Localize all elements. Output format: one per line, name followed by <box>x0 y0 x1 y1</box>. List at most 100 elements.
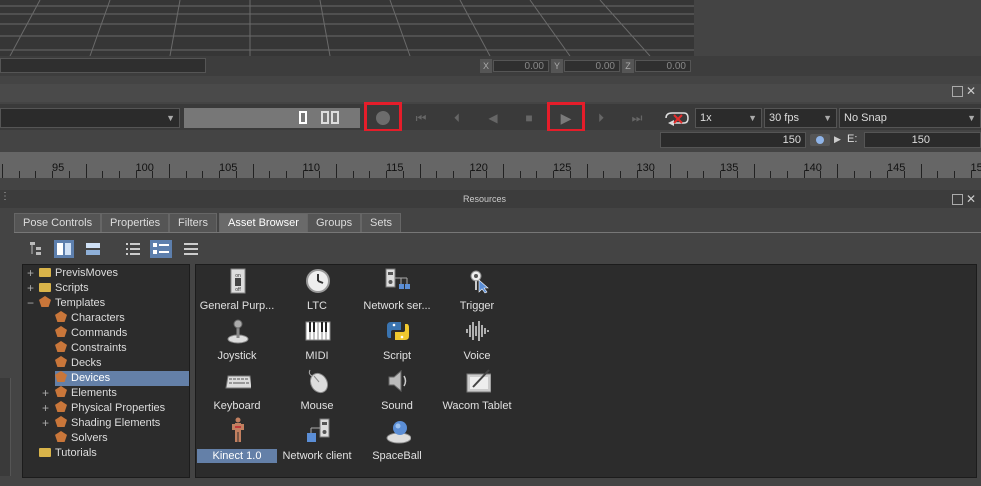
waveform-icon <box>465 318 491 344</box>
horizontal-split-icon[interactable] <box>84 240 102 258</box>
asset-item[interactable]: Network client <box>277 416 357 464</box>
template-icon <box>55 311 67 322</box>
asset-item[interactable]: Network ser... <box>357 266 437 314</box>
snap-dropdown[interactable]: No Snap ▼ <box>839 108 981 128</box>
tree-item[interactable]: PrevisMoves <box>39 266 118 281</box>
asset-item[interactable]: Joystick <box>197 316 277 364</box>
speed-dropdown[interactable]: 1x ▼ <box>695 108 762 128</box>
tree-item[interactable]: Elements <box>55 386 117 401</box>
ruler-tick <box>69 171 70 178</box>
asset-tree[interactable]: + PrevisMoves + Scripts − Templates Characters… <box>22 264 190 478</box>
dual-view-icon-left[interactable] <box>321 111 329 124</box>
tree-item[interactable]: Tutorials <box>39 446 97 461</box>
single-view-icon[interactable] <box>299 111 307 124</box>
asset-item[interactable]: MIDI <box>277 316 357 364</box>
tree-item[interactable]: Constraints <box>55 341 127 356</box>
panel-grip-icon: ⋮ <box>0 191 10 202</box>
asset-label: Mouse <box>300 400 334 412</box>
end-frame-field[interactable]: 150 <box>660 132 806 148</box>
maximize-icon[interactable] <box>952 86 963 97</box>
tree-item[interactable]: Characters <box>55 311 125 326</box>
fps-dropdown[interactable]: 30 fps ▼ <box>764 108 837 128</box>
tab-sets[interactable]: Sets <box>361 213 402 232</box>
folder-icon <box>39 283 51 292</box>
joystick-icon <box>225 318 251 344</box>
asset-item[interactable]: Mouse <box>277 366 357 414</box>
expand-toggle-icon[interactable]: − <box>27 296 34 311</box>
frame-slider-icon[interactable] <box>810 134 830 146</box>
ruler-label: 100 <box>135 162 154 174</box>
split-view-icon[interactable] <box>54 240 74 258</box>
dual-view-icon-right[interactable] <box>331 111 339 124</box>
template-icon <box>39 296 51 307</box>
close-icon[interactable]: ✕ <box>966 84 976 98</box>
asset-item[interactable]: LTC <box>277 266 357 314</box>
template-icon <box>55 416 67 427</box>
asset-item[interactable]: Wacom Tablet <box>437 366 517 414</box>
template-icon <box>55 401 67 412</box>
tab-asset-browser[interactable]: Asset Browser <box>219 213 308 232</box>
detail-view-icon[interactable] <box>182 240 200 258</box>
tab-pose-controls[interactable]: Pose Controls <box>14 213 102 232</box>
next-key-button[interactable]: ⏵ <box>590 108 612 128</box>
icon-view-icon[interactable] <box>150 240 172 258</box>
y-coordinate-field[interactable]: 0.00 <box>564 60 620 72</box>
stop-button[interactable]: ■ <box>518 108 540 128</box>
asset-item[interactable]: Keyboard <box>197 366 277 414</box>
asset-item[interactable]: Script <box>357 316 437 364</box>
maximize-icon[interactable] <box>952 194 963 205</box>
z-coordinate-field[interactable]: 0.00 <box>635 60 691 72</box>
tab-groups[interactable]: Groups <box>307 213 362 232</box>
tree-item[interactable]: Scripts <box>39 281 89 296</box>
asset-item[interactable]: on off General Purp... <box>197 266 277 314</box>
ruler-tick <box>35 171 36 178</box>
tree-item[interactable]: Decks <box>55 356 102 371</box>
tab-filters[interactable]: Filters <box>169 213 217 232</box>
expand-toggle-icon[interactable]: + <box>27 281 34 296</box>
go-to-start-button[interactable]: ⏮ <box>410 108 432 128</box>
loop-icon[interactable] <box>662 109 690 127</box>
tree-item[interactable]: Physical Properties <box>55 401 165 416</box>
ruler-tick <box>954 171 955 178</box>
tree-item[interactable]: Templates <box>39 296 105 311</box>
x-coordinate-field[interactable]: 0.00 <box>493 60 549 72</box>
step-back-button[interactable]: ◀ <box>482 108 504 128</box>
z-label: Z <box>622 59 634 73</box>
y-label: Y <box>551 59 563 73</box>
asset-item[interactable]: Trigger <box>437 266 517 314</box>
list-view-icon[interactable] <box>124 240 142 258</box>
expand-toggle-icon[interactable]: + <box>42 401 49 416</box>
e-frame-field[interactable]: 150 <box>864 132 981 148</box>
tree-item[interactable]: Commands <box>55 326 127 341</box>
chevron-down-icon: ▼ <box>748 113 757 123</box>
asset-item[interactable]: Voice <box>437 316 517 364</box>
previous-key-button[interactable]: ⏴ <box>446 108 468 128</box>
fps-value: 30 fps <box>769 112 799 124</box>
step-arrow-icon[interactable]: ▶ <box>834 134 841 145</box>
expand-toggle-icon[interactable]: + <box>42 386 49 401</box>
asset-item[interactable]: SpaceBall <box>357 416 437 464</box>
folder-icon <box>39 448 51 457</box>
asset-grid[interactable]: on off General Purp... LTC Network ser... Tri… <box>195 264 977 478</box>
tree-view-icon[interactable] <box>28 240 46 258</box>
tab-properties[interactable]: Properties <box>101 213 170 232</box>
tree-item[interactable]: Devices <box>55 371 189 386</box>
close-icon[interactable]: ✕ <box>966 192 976 206</box>
ruler-tick <box>703 171 704 178</box>
expand-toggle-icon[interactable]: + <box>27 266 34 281</box>
ruler-label: 120 <box>469 162 488 174</box>
expand-toggle-icon[interactable]: + <box>42 416 49 431</box>
asset-item[interactable]: Kinect 1.0 <box>197 416 277 464</box>
chevron-down-icon: ▼ <box>967 113 976 123</box>
tree-item[interactable]: Solvers <box>55 431 108 446</box>
play-button[interactable]: ▶ <box>555 108 577 128</box>
timeline-ruler[interactable]: 95 100 105 110 115 120 125 130 135 140 145 150 <box>0 152 981 178</box>
take-dropdown[interactable]: ▼ <box>0 108 180 128</box>
go-to-end-button[interactable]: ⏭ <box>626 108 648 128</box>
asset-item[interactable]: Sound <box>357 366 437 414</box>
tree-item-label: Commands <box>71 327 128 339</box>
record-button[interactable] <box>376 111 390 125</box>
3d-viewport[interactable] <box>0 0 694 56</box>
tree-item-label: Devices <box>71 372 111 384</box>
tree-item[interactable]: Shading Elements <box>55 416 160 431</box>
